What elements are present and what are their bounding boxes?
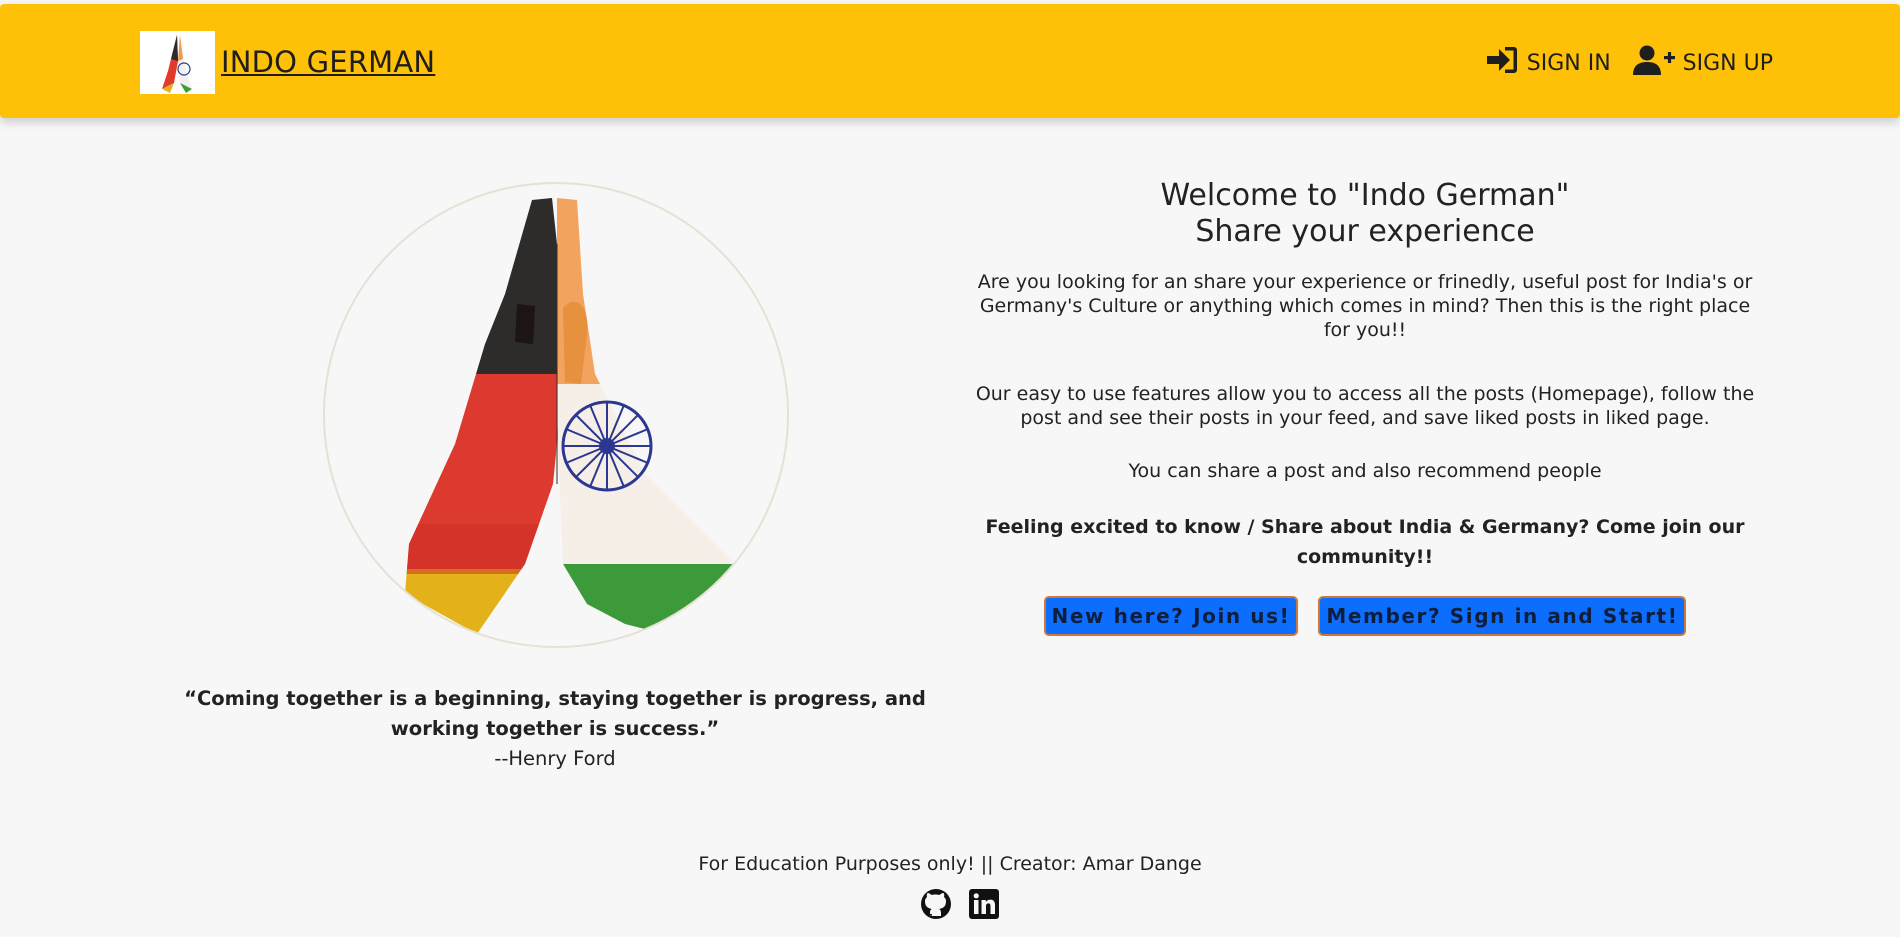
hero-quote: “Coming together is a beginning, staying… <box>180 684 930 774</box>
brand-link[interactable]: INDO GERMAN <box>140 30 435 94</box>
namaste-hands-logo <box>140 30 215 94</box>
sign-up-link[interactable]: SIGN UP <box>1632 44 1773 82</box>
share-paragraph: You can share a post and also recommend … <box>1128 460 1602 482</box>
quote-text: “Coming together is a beginning, staying… <box>184 687 926 740</box>
cta-row: New here? Join us! Member? Sign in and S… <box>965 596 1765 636</box>
sign-in-icon <box>1485 45 1527 81</box>
github-icon[interactable] <box>920 888 952 920</box>
sign-in-start-button[interactable]: Member? Sign in and Start! <box>1318 596 1687 636</box>
sign-in-link[interactable]: SIGN IN <box>1485 45 1611 81</box>
features-paragraph: Our easy to use features allow you to ac… <box>975 383 1755 429</box>
welcome-title-line1: Welcome to "Indo German" <box>1160 178 1570 213</box>
namaste-hands-flags-illustration <box>323 182 789 648</box>
quote-author: --Henry Ford <box>494 747 616 770</box>
welcome-section: Welcome to "Indo German" Share your expe… <box>965 178 1765 636</box>
welcome-title-line2: Share your experience <box>1195 214 1535 249</box>
linkedin-icon[interactable] <box>968 888 1000 920</box>
sign-in-label[interactable]: SIGN IN <box>1527 51 1611 76</box>
intro-paragraph: Are you looking for an share your experi… <box>977 271 1753 341</box>
join-paragraph: Feeling excited to know / Share about In… <box>985 516 1745 568</box>
footer-text: For Education Purposes only! || Creator:… <box>698 853 1202 875</box>
join-us-button[interactable]: New here? Join us! <box>1043 596 1299 636</box>
user-plus-icon <box>1632 44 1683 82</box>
nav-links: SIGN IN SIGN UP <box>1463 44 1773 82</box>
sign-up-label[interactable]: SIGN UP <box>1683 51 1773 76</box>
welcome-title: Welcome to "Indo German" Share your expe… <box>965 178 1765 250</box>
footer-social-links <box>920 888 1016 920</box>
brand-name[interactable]: INDO GERMAN <box>221 45 435 79</box>
navbar: INDO GERMAN SIGN IN SIGN UP <box>0 4 1900 118</box>
